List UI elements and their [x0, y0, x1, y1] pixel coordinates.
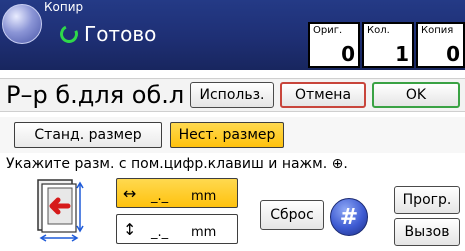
horizontal-arrow-icon: ↔ [123, 184, 137, 203]
ready-status-icon [57, 22, 81, 46]
use-button[interactable]: Использ. [190, 82, 274, 108]
copies-value: 0 [446, 42, 460, 66]
hash-key-button[interactable]: # [330, 198, 368, 236]
originals-label: Ориг. [313, 25, 343, 36]
app-title: Копир [44, 0, 84, 14]
copies-counter: Копия 0 [416, 22, 465, 68]
ok-button[interactable]: OK [372, 82, 460, 108]
originals-counter: Ориг. 0 [308, 22, 360, 68]
status-area: Готово [57, 20, 157, 48]
vertical-value: _._ [151, 225, 169, 240]
vertical-unit: mm [191, 225, 217, 240]
quantity-value: 1 [395, 42, 409, 66]
status-text: Готово [84, 22, 157, 46]
quantity-label: Кол. [367, 25, 390, 36]
cancel-button[interactable]: Отмена [280, 82, 366, 108]
vertical-arrow-icon: ↕ [123, 220, 137, 239]
originals-value: 0 [341, 42, 355, 66]
paper-feed-icon [37, 179, 84, 242]
reset-button[interactable]: Сброс [260, 200, 324, 230]
tab-standard-size[interactable]: Станд. размер [14, 122, 162, 148]
copies-label: Копия [421, 25, 454, 36]
tab-custom-size[interactable]: Нест. размер [170, 122, 284, 148]
copier-app-icon[interactable] [2, 4, 42, 44]
instruction-text: Укажите разм. с пом.цифр.клавиш и нажм. … [6, 156, 348, 172]
vertical-size-field[interactable]: ↕ _._ mm [116, 214, 238, 244]
horizontal-unit: mm [191, 189, 217, 204]
horizontal-size-field[interactable]: ↔ _._ mm [116, 178, 238, 208]
recall-button[interactable]: Вызов [394, 218, 460, 246]
quantity-counter: Кол. 1 [362, 22, 414, 68]
page-title: Р–р б.для об.л [6, 81, 185, 109]
program-button[interactable]: Прогр. [394, 186, 460, 214]
horizontal-value: _._ [151, 189, 169, 204]
